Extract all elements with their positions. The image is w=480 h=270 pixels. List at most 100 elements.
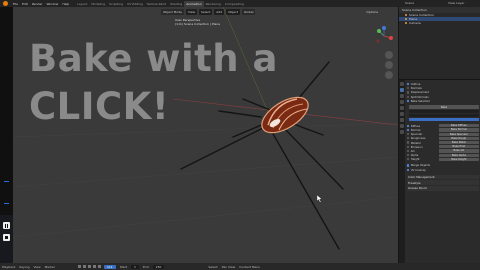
tab-compositing[interactable]: Compositing xyxy=(223,1,246,7)
menu-render[interactable]: Render xyxy=(30,2,45,6)
workspace-tabs: Layout Modeling Sculpting UV Editing Tex… xyxy=(75,0,246,7)
menu-window[interactable]: Window xyxy=(45,2,61,6)
tool-tab-icon[interactable] xyxy=(400,82,404,86)
checkbox[interactable] xyxy=(407,87,410,90)
bake-map-button[interactable]: Bake AO xyxy=(438,149,479,153)
menu-file[interactable]: File xyxy=(11,2,20,6)
bake-map-button[interactable]: Bake Specular xyxy=(438,132,479,136)
prev-keyframe-icon[interactable] xyxy=(82,265,86,268)
modifier-tab-icon[interactable] xyxy=(400,124,404,128)
outliner-row[interactable]: Camera xyxy=(399,21,480,25)
checkbox[interactable] xyxy=(407,99,410,102)
zoom-icon[interactable] xyxy=(385,51,393,59)
3d-viewport[interactable]: Object Mode View Select Add Object Globa… xyxy=(13,7,398,263)
checkbox[interactable] xyxy=(407,124,410,127)
checkbox[interactable] xyxy=(407,95,410,98)
end-frame-field[interactable]: 250 xyxy=(152,264,165,269)
viewport-info: User Perspective (111) Scene Collection … xyxy=(175,18,220,26)
checkbox[interactable] xyxy=(407,128,410,132)
scene-tab-icon[interactable] xyxy=(400,106,404,110)
baked-mesh-object[interactable] xyxy=(256,90,314,140)
jump-start-icon[interactable] xyxy=(77,265,81,268)
next-keyframe-icon[interactable] xyxy=(92,265,96,268)
mode-dropdown[interactable]: Object Mode xyxy=(161,9,184,15)
checkbox[interactable] xyxy=(407,137,410,140)
tab-animation[interactable]: Animation xyxy=(184,0,204,7)
play-icon[interactable] xyxy=(87,265,91,268)
bake-map-button[interactable]: Bake Alpha xyxy=(438,153,479,157)
playback-menu[interactable]: Playback xyxy=(0,265,17,269)
bake-button[interactable]: Bake xyxy=(409,105,479,109)
view-layer-selector[interactable]: View Layer xyxy=(448,1,464,5)
pan-hand-icon[interactable] xyxy=(385,61,393,69)
section-grease-pencil[interactable]: Grease Pencil xyxy=(407,185,479,191)
selected-field[interactable] xyxy=(409,118,479,122)
tab-shading[interactable]: Shading xyxy=(168,1,184,7)
bake-row: Bake xyxy=(407,105,479,109)
status-select: Select xyxy=(208,264,218,269)
pause-icon[interactable] xyxy=(3,222,10,229)
checkbox[interactable] xyxy=(407,164,410,167)
shelf-separator xyxy=(4,203,9,204)
mesh-icon xyxy=(405,18,407,20)
timeline-bar: Playback Keying View Marker 111 Start 1 … xyxy=(0,263,480,270)
menu-help[interactable]: Help xyxy=(60,2,71,6)
section-freestyle[interactable]: Freestyle xyxy=(407,180,479,185)
checkbox[interactable] xyxy=(407,133,410,136)
spike-legs xyxy=(180,61,344,250)
checkbox[interactable] xyxy=(407,168,410,171)
output-tab-icon[interactable] xyxy=(400,94,404,98)
mouse-cursor-icon xyxy=(317,195,323,203)
checkbox[interactable] xyxy=(407,154,410,157)
value-field[interactable] xyxy=(409,113,479,117)
tab-rendering[interactable]: Rendering xyxy=(204,1,223,7)
tab-sculpting[interactable]: Sculpting xyxy=(107,1,125,7)
view-menu[interactable]: View xyxy=(31,265,42,269)
checkbox[interactable] xyxy=(407,145,410,148)
object-tab-icon[interactable] xyxy=(400,118,404,122)
keying-menu[interactable]: Keying xyxy=(17,265,31,269)
bake-map-button[interactable]: Bake Normal xyxy=(438,128,479,132)
orientation-dropdown[interactable]: Global xyxy=(241,9,256,15)
jump-end-icon[interactable] xyxy=(97,265,101,268)
menu-edit[interactable]: Edit xyxy=(20,2,30,6)
tab-modeling[interactable]: Modeling xyxy=(89,1,107,7)
select-menu[interactable]: Select xyxy=(199,9,213,15)
section-color-management[interactable]: Color Management xyxy=(407,174,479,180)
bake-map-button[interactable]: Bake Height xyxy=(438,157,479,161)
checkbox[interactable] xyxy=(407,158,410,161)
scene-selector[interactable]: Scene xyxy=(405,1,414,5)
object-menu[interactable]: Object xyxy=(226,9,240,15)
map-row[interactable]: Height Bake Height xyxy=(407,157,479,161)
tab-uv-editing[interactable]: UV Editing xyxy=(125,1,145,7)
start-frame-field[interactable]: 1 xyxy=(131,264,139,269)
checkbox[interactable] xyxy=(407,141,410,144)
render-tab-icon[interactable] xyxy=(400,88,404,92)
tab-texture-paint[interactable]: Texture Paint xyxy=(145,1,168,7)
checkbox[interactable] xyxy=(407,91,410,94)
material-tab-icon[interactable] xyxy=(400,130,404,134)
view-layer-tab-icon[interactable] xyxy=(400,100,404,104)
world-tab-icon[interactable] xyxy=(400,112,404,116)
value-field[interactable] xyxy=(409,109,479,113)
options-dropdown[interactable]: Options xyxy=(366,10,378,14)
status-context-menu: Context Menu xyxy=(239,264,261,269)
status-pan-view: Pan View xyxy=(221,264,236,269)
stop-icon[interactable] xyxy=(3,234,10,241)
bake-map-button[interactable]: Bake Rough xyxy=(438,136,479,140)
checkbox[interactable] xyxy=(407,149,410,152)
current-frame-field[interactable]: 111 xyxy=(103,264,116,269)
bake-map-button[interactable]: Bake Metal xyxy=(438,140,479,145)
bake-map-button[interactable]: Bake Diffuse xyxy=(438,124,479,128)
overlay-title-line1: Bake with a xyxy=(29,37,278,80)
view-menu[interactable]: View xyxy=(185,9,198,15)
camera-view-icon[interactable] xyxy=(385,71,393,79)
start-label: Start xyxy=(119,264,128,269)
marker-menu[interactable]: Marker xyxy=(43,265,57,269)
navigation-gizmo[interactable] xyxy=(373,25,395,47)
checkbox[interactable] xyxy=(407,83,410,86)
add-menu[interactable]: Add xyxy=(214,9,225,15)
tab-layout[interactable]: Layout xyxy=(75,1,89,7)
bake-map-button[interactable]: Bake Emit xyxy=(438,145,479,149)
blender-logo-icon[interactable] xyxy=(3,1,8,6)
